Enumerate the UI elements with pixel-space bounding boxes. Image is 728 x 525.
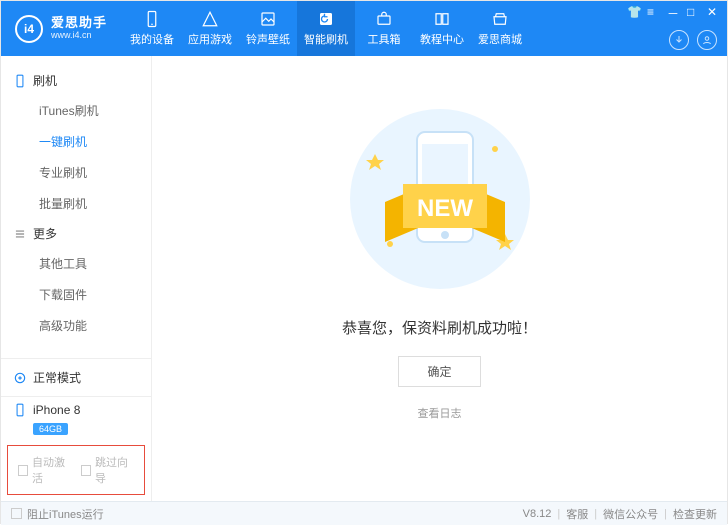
block-itunes-checkbox[interactable]: 阻止iTunes运行 bbox=[11, 506, 104, 522]
nav-ringtones[interactable]: 铃声壁纸 bbox=[239, 1, 297, 56]
sidebar-item-download-firmware[interactable]: 下载固件 bbox=[1, 279, 151, 310]
success-illustration: NEW bbox=[345, 104, 535, 299]
logo[interactable]: i4 爱思助手 www.i4.cn bbox=[1, 15, 117, 43]
nav-tutorials[interactable]: 教程中心 bbox=[413, 1, 471, 56]
sidebar-mode[interactable]: 正常模式 bbox=[1, 359, 151, 397]
user-icon[interactable] bbox=[697, 30, 717, 50]
device-capacity-badge: 64GB bbox=[33, 423, 68, 435]
phone-icon bbox=[143, 10, 161, 28]
maximize-icon[interactable]: □ bbox=[687, 5, 701, 19]
sidebar-item-batch-flash[interactable]: 批量刷机 bbox=[1, 188, 151, 219]
sidebar-group-more[interactable]: 更多 bbox=[1, 219, 151, 248]
download-icon[interactable] bbox=[669, 30, 689, 50]
auto-activate-checkbox[interactable]: 自动激活 bbox=[18, 454, 71, 486]
nav-flash[interactable]: 智能刷机 bbox=[297, 1, 355, 56]
check-update-link[interactable]: 检查更新 bbox=[673, 506, 717, 522]
nav-toolbox[interactable]: 工具箱 bbox=[355, 1, 413, 56]
brand-name: 爱思助手 bbox=[51, 16, 107, 30]
checkbox-icon bbox=[18, 465, 28, 476]
list-icon bbox=[13, 227, 27, 241]
skin-icon[interactable]: 👕 bbox=[627, 5, 641, 19]
confirm-button[interactable]: 确定 bbox=[398, 356, 480, 387]
brand-url: www.i4.cn bbox=[51, 31, 107, 41]
sidebar-checks-highlight: 自动激活 跳过向导 bbox=[7, 445, 145, 495]
nav-apps[interactable]: 应用游戏 bbox=[181, 1, 239, 56]
main-panel: NEW 恭喜您，保资料刷机成功啦！ 确定 查看日志 bbox=[152, 56, 727, 501]
logo-icon: i4 bbox=[15, 15, 43, 43]
menu-icon[interactable]: ≡ bbox=[647, 5, 661, 19]
minimize-icon[interactable]: － bbox=[667, 5, 681, 19]
success-message: 恭喜您，保资料刷机成功啦！ bbox=[342, 317, 537, 338]
nav-store[interactable]: 爱思商城 bbox=[471, 1, 529, 56]
top-nav: 我的设备 应用游戏 铃声壁纸 智能刷机 工具箱 教程中心 爱思商城 bbox=[123, 1, 529, 56]
phone-icon bbox=[13, 74, 27, 88]
view-log-link[interactable]: 查看日志 bbox=[418, 405, 462, 421]
apps-icon bbox=[201, 10, 219, 28]
book-icon bbox=[433, 10, 451, 28]
support-link[interactable]: 客服 bbox=[566, 506, 588, 522]
sidebar-item-other-tools[interactable]: 其他工具 bbox=[1, 248, 151, 279]
sidebar-item-oneclick-flash[interactable]: 一键刷机 bbox=[1, 126, 151, 157]
sidebar-group-flash[interactable]: 刷机 bbox=[1, 66, 151, 95]
sidebar-item-advanced[interactable]: 高级功能 bbox=[1, 310, 151, 341]
header-actions bbox=[669, 30, 717, 50]
skip-wizard-checkbox[interactable]: 跳过向导 bbox=[81, 454, 134, 486]
status-bar: 阻止iTunes运行 V8.12 | 客服 | 微信公众号 | 检查更新 bbox=[1, 501, 727, 525]
nav-my-device[interactable]: 我的设备 bbox=[123, 1, 181, 56]
store-icon bbox=[491, 10, 509, 28]
checkbox-icon bbox=[11, 508, 22, 519]
sidebar-item-itunes-flash[interactable]: iTunes刷机 bbox=[1, 95, 151, 126]
mode-icon bbox=[13, 371, 27, 385]
checkbox-icon bbox=[81, 465, 91, 476]
sidebar-item-pro-flash[interactable]: 专业刷机 bbox=[1, 157, 151, 188]
wechat-link[interactable]: 微信公众号 bbox=[603, 506, 658, 522]
window-controls: 👕 ≡ － □ ✕ bbox=[627, 5, 721, 19]
close-icon[interactable]: ✕ bbox=[707, 5, 721, 19]
device-icon bbox=[13, 403, 27, 417]
refresh-icon bbox=[317, 10, 335, 28]
toolbox-icon bbox=[375, 10, 393, 28]
version-label: V8.12 bbox=[523, 508, 552, 520]
sidebar: 刷机 iTunes刷机 一键刷机 专业刷机 批量刷机 更多 其他工具 下载固件 … bbox=[1, 56, 152, 501]
wallpaper-icon bbox=[259, 10, 277, 28]
sidebar-device[interactable]: iPhone 8 bbox=[1, 397, 151, 419]
header: i4 爱思助手 www.i4.cn 我的设备 应用游戏 铃声壁纸 智能刷机 工具… bbox=[1, 1, 727, 56]
banner-text: NEW bbox=[417, 195, 473, 222]
